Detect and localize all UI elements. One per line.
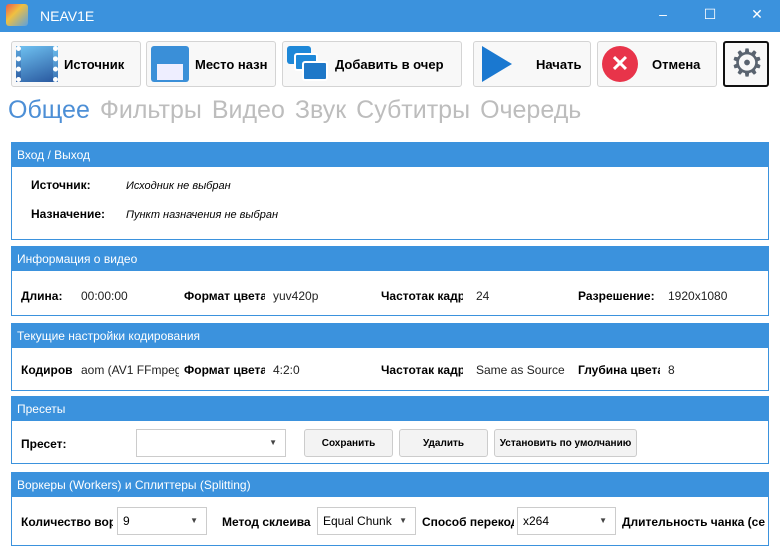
framerate-label: Частотак кадр: [381, 363, 463, 377]
length-value: 00:00:00: [81, 289, 128, 303]
minimize-button[interactable]: –: [648, 6, 678, 22]
split-method-value: x264: [523, 514, 550, 528]
add-queue-label: Добавить в очер: [335, 56, 444, 72]
destination-value: Пункт назначения не выбран: [126, 209, 278, 221]
title-bar: NEAV1E – ☐ ✕: [0, 0, 780, 32]
video-info-header: Информация о видео: [12, 247, 768, 271]
presets-panel: Пресеты Пресет: ▼ Сохранить Удалить Уста…: [11, 396, 769, 464]
play-icon: [482, 46, 512, 82]
framerate-value: 24: [476, 289, 490, 303]
source-button[interactable]: Источник: [11, 41, 141, 87]
preset-dropdown[interactable]: ▼: [136, 429, 286, 457]
tab-general[interactable]: Общее: [8, 96, 90, 124]
workers-panel: Воркеры (Workers) и Сплиттеры (Splitting…: [11, 472, 769, 546]
encoding-header: Текущие настройки кодирования: [12, 324, 768, 348]
color-format-value: yuv420p: [273, 289, 319, 303]
tab-queue[interactable]: Очередь: [480, 96, 581, 124]
chevron-down-icon: ▼: [399, 516, 407, 525]
io-header: Вход / Выход: [12, 143, 768, 167]
chunk-length-label: Длительность чанка (се: [622, 515, 766, 529]
save-preset-button[interactable]: Сохранить: [304, 429, 393, 457]
framerate-value: Same as Source: [476, 363, 565, 377]
framerate-label: Частотак кадр: [381, 289, 463, 303]
source-value: Исходник не выбран: [126, 180, 231, 192]
concat-method-label: Метод склеива: [222, 515, 311, 529]
bit-depth-label: Глубина цвета: [578, 363, 660, 377]
source-label: Источник: [64, 56, 125, 72]
preset-label: Пресет:: [21, 437, 67, 451]
color-format-label: Формат цвета: [184, 289, 265, 303]
source-label: Источник:: [31, 178, 91, 192]
destination-label: Место назн: [195, 56, 268, 72]
concat-method-value: Equal Chunk: [323, 514, 392, 528]
film-image-icon: [16, 46, 58, 82]
cancel-x-icon: ✕: [602, 46, 638, 82]
start-label: Начать: [536, 56, 582, 72]
stacked-windows-icon: [287, 46, 329, 82]
worker-count-value: 9: [123, 514, 130, 528]
resolution-label: Разрешение:: [578, 289, 655, 303]
chevron-down-icon: ▼: [599, 516, 607, 525]
bit-depth-value: 8: [668, 363, 675, 377]
presets-header: Пресеты: [12, 397, 768, 421]
video-info-panel: Информация о видео Длина: 00:00:00 Форма…: [11, 246, 769, 316]
color-format-label: Формат цвета: [184, 363, 265, 377]
split-method-dropdown[interactable]: x264 ▼: [517, 507, 616, 535]
length-label: Длина:: [21, 289, 63, 303]
worker-count-dropdown[interactable]: 9 ▼: [117, 507, 207, 535]
worker-count-label: Количество вор: [21, 515, 113, 529]
cancel-button[interactable]: ✕ Отмена: [597, 41, 717, 87]
window-title: NEAV1E: [40, 8, 95, 24]
close-button[interactable]: ✕: [742, 6, 772, 23]
delete-preset-button[interactable]: Удалить: [399, 429, 488, 457]
cancel-label: Отмена: [652, 56, 701, 72]
chevron-down-icon: ▼: [269, 438, 277, 447]
color-format-value: 4:2:0: [273, 363, 300, 377]
add-to-queue-button[interactable]: Добавить в очер: [282, 41, 462, 87]
encoding-panel: Текущие настройки кодирования Кодиров ao…: [11, 323, 769, 391]
tab-filters[interactable]: Фильтры: [100, 96, 202, 124]
io-panel: Вход / Выход Источник: Исходник не выбра…: [11, 142, 769, 240]
start-button[interactable]: Начать: [473, 41, 591, 87]
tab-audio[interactable]: Звук: [295, 96, 346, 124]
settings-button[interactable]: ⚙: [723, 41, 769, 87]
split-method-label: Способ перекод: [422, 515, 514, 529]
set-default-preset-button[interactable]: Установить по умолчанию: [494, 429, 637, 457]
app-logo-icon: [6, 4, 28, 26]
gear-icon: ⚙: [729, 43, 765, 85]
tab-video[interactable]: Видео: [212, 96, 285, 124]
tab-subtitles[interactable]: Субтитры: [356, 96, 470, 124]
floppy-disk-icon: [151, 46, 189, 82]
concat-method-dropdown[interactable]: Equal Chunk ▼: [317, 507, 416, 535]
chevron-down-icon: ▼: [190, 516, 198, 525]
destination-label: Назначение:: [31, 207, 106, 221]
maximize-button[interactable]: ☐: [695, 6, 725, 23]
tab-bar: Общее Фильтры Видео Звук Субтитры Очередь: [8, 96, 591, 125]
encoder-label: Кодиров: [21, 363, 73, 377]
encoder-value: aom (AV1 FFmpeg: [81, 363, 179, 377]
destination-button[interactable]: Место назн: [146, 41, 276, 87]
workers-header: Воркеры (Workers) и Сплиттеры (Splitting…: [12, 473, 768, 497]
resolution-value: 1920x1080: [668, 289, 728, 303]
